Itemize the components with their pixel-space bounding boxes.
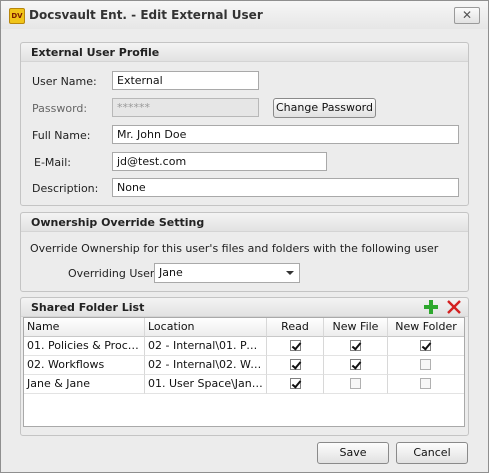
new-folder-cell (388, 356, 464, 375)
shared-section-title: Shared Folder List (31, 301, 145, 314)
description-label: Description: (32, 182, 99, 195)
read-checkbox[interactable] (290, 340, 301, 351)
new-file-checkbox[interactable] (350, 378, 361, 389)
column-header-name[interactable]: Name (24, 318, 145, 337)
table-row-name[interactable]: 02. Workflows (24, 356, 145, 375)
new-file-cell (324, 356, 388, 375)
new-folder-checkbox[interactable] (420, 359, 431, 370)
password-label: Password: (32, 102, 88, 115)
new-file-cell (324, 337, 388, 356)
overriding-user-select[interactable]: Jane (154, 263, 300, 283)
new-folder-cell (388, 337, 464, 356)
edit-external-user-window: DV Docsvault Ent. - Edit External User ✕… (0, 0, 489, 473)
password-field: ****** (112, 98, 259, 117)
description-field[interactable]: None (112, 178, 459, 197)
column-header-new-file[interactable]: New File (324, 318, 388, 337)
ownership-header: Ownership Override Setting (21, 213, 468, 232)
overriding-user-label: Overriding User: (68, 267, 158, 280)
read-cell (267, 375, 324, 394)
new-file-cell (324, 375, 388, 394)
read-cell (267, 337, 324, 356)
close-icon: ✕ (461, 8, 473, 22)
new-file-checkbox[interactable] (350, 359, 361, 370)
read-checkbox[interactable] (290, 359, 301, 370)
ownership-description: Override Ownership for this user's files… (30, 242, 439, 255)
column-header-location[interactable]: Location (145, 318, 267, 337)
ownership-section-title: Ownership Override Setting (31, 216, 205, 229)
title-bar: DV Docsvault Ent. - Edit External User ✕ (1, 1, 488, 29)
fullname-field[interactable]: Mr. John Doe (112, 125, 459, 144)
table-row-location[interactable]: 02 - Internal\01. Polic... (145, 337, 267, 356)
shared-folder-grid: Name Location Read New File New Folder 0… (23, 317, 465, 427)
username-field[interactable]: External (112, 71, 259, 90)
column-header-new-folder[interactable]: New Folder (388, 318, 464, 337)
x-icon[interactable] (447, 300, 461, 314)
window-title: Docsvault Ent. - Edit External User (29, 8, 263, 22)
fullname-label: Full Name: (32, 129, 91, 142)
table-row-name[interactable]: 01. Policies & Proced... (24, 337, 145, 356)
column-header-read[interactable]: Read (267, 318, 324, 337)
username-label: User Name: (32, 75, 97, 88)
table-row-location[interactable]: 02 - Internal\02. Wor... (145, 356, 267, 375)
close-button[interactable]: ✕ (454, 7, 480, 24)
docsvault-app-icon: DV (9, 8, 25, 24)
plus-icon[interactable] (424, 300, 438, 314)
profile-section-title: External User Profile (31, 46, 160, 59)
read-checkbox[interactable] (290, 378, 301, 389)
profile-header: External User Profile (21, 43, 468, 62)
cancel-button[interactable]: Cancel (396, 442, 468, 464)
new-file-checkbox[interactable] (350, 340, 361, 351)
table-row-location[interactable]: 01. User Space\Jane ... (145, 375, 267, 394)
ownership-override-group: Ownership Override Setting Override Owne… (20, 212, 469, 292)
save-button[interactable]: Save (317, 442, 389, 464)
change-password-button[interactable]: Change Password (273, 98, 376, 118)
email-field[interactable]: jd@test.com (112, 152, 327, 171)
shared-header: Shared Folder List (21, 298, 468, 317)
read-cell (267, 356, 324, 375)
table-row-name[interactable]: Jane & Jane (24, 375, 145, 394)
new-folder-checkbox[interactable] (420, 378, 431, 389)
external-user-profile-group: External User Profile User Name: Externa… (20, 42, 469, 206)
new-folder-cell (388, 375, 464, 394)
email-label: E-Mail: (34, 156, 71, 169)
new-folder-checkbox[interactable] (420, 340, 431, 351)
chevron-down-icon (286, 271, 294, 275)
overriding-user-value: Jane (159, 266, 183, 279)
